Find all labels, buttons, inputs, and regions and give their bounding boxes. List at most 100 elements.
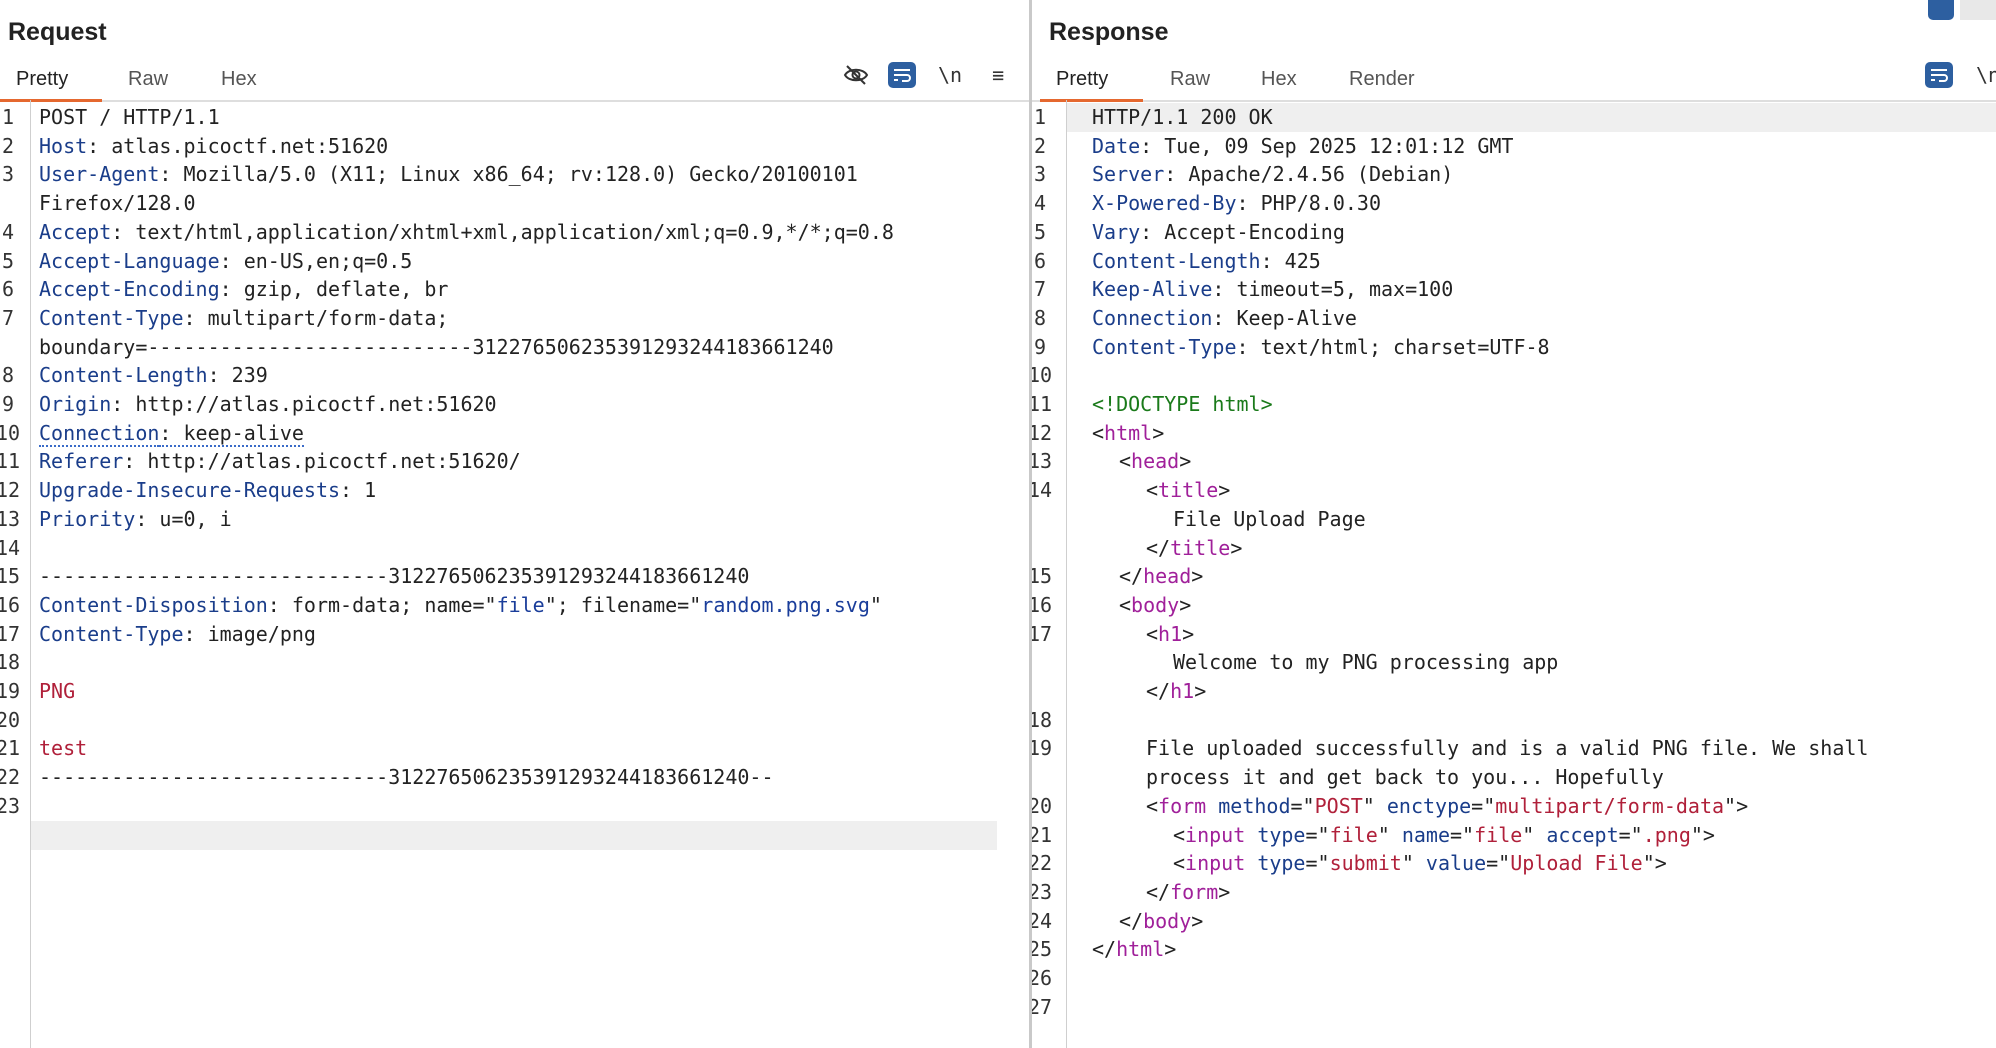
code-line: Vary: Accept-Encoding bbox=[1092, 218, 1345, 247]
code-line: <title> bbox=[1146, 476, 1230, 505]
line-number: 16 bbox=[1032, 592, 1053, 617]
code-line: Content-Length: 239 bbox=[39, 361, 268, 390]
request-tab-pretty[interactable]: Pretty bbox=[16, 68, 68, 91]
request-tab-hex[interactable]: Hex bbox=[221, 68, 257, 91]
request-title: Request bbox=[8, 18, 107, 46]
code-token: < bbox=[1119, 592, 1132, 617]
line-number: 5 bbox=[1034, 219, 1047, 244]
code-token: input bbox=[1185, 851, 1246, 876]
code-token: =" bbox=[1305, 851, 1330, 876]
code-token: > bbox=[1191, 564, 1204, 589]
code-line: <input type="submit" value="Upload File"… bbox=[1173, 849, 1667, 878]
code-line: <form method="POST" enctype="multipart/f… bbox=[1146, 792, 1748, 821]
newline-icon[interactable]: \n bbox=[1976, 62, 1996, 88]
line-number: 7 bbox=[1034, 277, 1047, 302]
code-token: input bbox=[1185, 822, 1246, 847]
code-token: > bbox=[1230, 535, 1243, 560]
code-token: Priority bbox=[39, 506, 136, 531]
code-token: < bbox=[1146, 621, 1159, 646]
code-line: Accept-Encoding: gzip, deflate, br bbox=[39, 275, 448, 304]
code-token: </ bbox=[1146, 679, 1171, 703]
code-token: X-Powered-By bbox=[1092, 191, 1237, 216]
code-line: <input type="file" name="file" accept=".… bbox=[1173, 821, 1715, 850]
code-token: .png bbox=[1642, 822, 1691, 847]
code-token: > bbox=[1194, 679, 1207, 703]
code-line: Content-Type: text/html; charset=UTF-8 bbox=[1092, 333, 1550, 362]
code-token: : 1 bbox=[340, 478, 377, 503]
code-line: -----------------------------31227650623… bbox=[39, 562, 749, 591]
line-number: 22 bbox=[1032, 851, 1053, 876]
code-token: submit bbox=[1329, 851, 1402, 876]
line-number: 21 bbox=[1032, 822, 1053, 847]
code-line: Content-Length: 425 bbox=[1092, 247, 1321, 276]
code-token: body bbox=[1143, 908, 1192, 933]
code-line: Connection: Keep-Alive bbox=[1092, 304, 1357, 333]
code-token: =" bbox=[1305, 822, 1330, 847]
line-number: 25 bbox=[1032, 937, 1053, 962]
menu-icon[interactable]: ≡ bbox=[986, 62, 1010, 88]
code-line: Content-Type: multipart/form-data; bbox=[39, 304, 448, 333]
code-token: < bbox=[1092, 420, 1105, 445]
eye-off-icon[interactable] bbox=[842, 62, 870, 88]
response-tab-hex[interactable]: Hex bbox=[1261, 68, 1297, 91]
code-token: file bbox=[496, 592, 545, 617]
code-token: " bbox=[869, 592, 882, 617]
code-token: form bbox=[1170, 879, 1219, 904]
code-token: =" bbox=[1618, 822, 1643, 847]
code-token: Upgrade-Insecure-Requests bbox=[39, 478, 341, 503]
request-editor[interactable]: 1 POST / HTTP/1.1 2 Host: atlas.picoctf.net… bbox=[0, 103, 1029, 1048]
code-token: Date bbox=[1092, 133, 1141, 158]
code-token: =" bbox=[1290, 793, 1315, 818]
newline-icon[interactable]: \n bbox=[936, 62, 964, 88]
line-number: 21 bbox=[0, 736, 21, 761]
code-token: Content-Type bbox=[39, 305, 184, 330]
code-token: : Keep-Alive bbox=[1212, 305, 1357, 330]
code-line: </form> bbox=[1146, 878, 1230, 907]
code-token: Host bbox=[39, 133, 88, 158]
code-line: <h1> bbox=[1146, 620, 1194, 649]
code-token: value bbox=[1425, 851, 1487, 876]
code-token: User-Agent bbox=[39, 162, 160, 187]
code-token: PNG bbox=[39, 679, 76, 703]
layout-toggle-icon[interactable] bbox=[1928, 0, 1954, 20]
code-token: Accept-Encoding bbox=[39, 277, 220, 302]
request-tabs: Pretty Raw Hex bbox=[0, 62, 1029, 102]
line-number: 12 bbox=[0, 478, 21, 503]
response-editor[interactable]: 1 HTTP/1.1 200 OK 2 Date: Tue, 09 Sep 2025 … bbox=[1032, 103, 1996, 1048]
code-token: Keep-Alive bbox=[1092, 277, 1213, 302]
layout-menu-icon[interactable] bbox=[1960, 0, 1996, 20]
line-number: 11 bbox=[0, 449, 21, 474]
code-token: : keep-alive bbox=[159, 420, 304, 447]
code-token: > bbox=[1182, 621, 1195, 646]
code-token: < bbox=[1173, 851, 1186, 876]
code-token: POST bbox=[1314, 793, 1363, 818]
code-token: : en-US,en;q=0.5 bbox=[219, 248, 413, 273]
response-tab-render[interactable]: Render bbox=[1349, 68, 1415, 91]
code-line: Content-Type: image/png bbox=[39, 620, 316, 649]
response-title: Response bbox=[1049, 18, 1169, 46]
code-line: Accept-Language: en-US,en;q=0.5 bbox=[39, 247, 412, 276]
code-line: boundary=---------------------------3122… bbox=[39, 333, 834, 362]
line-number: 13 bbox=[1032, 449, 1053, 474]
code-line: User-Agent: Mozilla/5.0 (X11; Linux x86_… bbox=[39, 160, 858, 189]
wrap-lines-icon[interactable] bbox=[1925, 62, 1953, 88]
line-number: 14 bbox=[1032, 478, 1053, 503]
code-line: test bbox=[39, 734, 87, 763]
code-line: Firefox/128.0 bbox=[39, 189, 196, 218]
code-token: : Tue, 09 Sep 2025 12:01:12 GMT bbox=[1140, 133, 1514, 158]
code-token: Accept bbox=[39, 219, 112, 244]
line-number: 4 bbox=[1034, 191, 1047, 216]
code-token: " bbox=[1522, 822, 1547, 847]
code-token: Content-Length bbox=[39, 363, 208, 388]
code-line: Welcome to my PNG processing app bbox=[1173, 648, 1558, 677]
code-token: random.png.svg bbox=[701, 592, 870, 617]
wrap-lines-icon[interactable] bbox=[888, 62, 916, 88]
response-tab-pretty[interactable]: Pretty bbox=[1056, 68, 1108, 91]
line-number: 17 bbox=[0, 621, 21, 646]
request-tab-raw[interactable]: Raw bbox=[128, 68, 168, 91]
code-token: test bbox=[39, 736, 88, 761]
line-number: 10 bbox=[1032, 363, 1053, 388]
code-token: type bbox=[1257, 851, 1306, 876]
response-tab-raw[interactable]: Raw bbox=[1170, 68, 1210, 91]
code-token: Vary bbox=[1092, 219, 1141, 244]
